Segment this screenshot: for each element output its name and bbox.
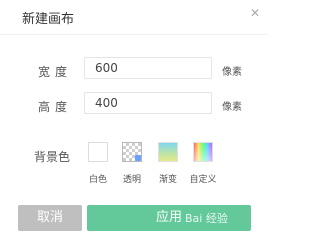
custom-color-swatch[interactable]	[193, 142, 213, 162]
width-input[interactable]: 600	[84, 57, 212, 79]
gradient-swatch[interactable]	[158, 142, 178, 162]
cancel-button[interactable]: 取消	[18, 205, 82, 231]
dialog-title: 新建画布	[22, 12, 75, 27]
header-divider	[0, 34, 268, 35]
apply-label: 应用	[155, 210, 182, 225]
selected-indicator-icon	[135, 155, 141, 161]
height-label: 高度	[38, 100, 73, 114]
transparent-caption: 透明	[122, 175, 141, 185]
white-swatch[interactable]	[88, 142, 108, 162]
height-unit: 像素	[222, 102, 242, 113]
gradient-caption: 渐变	[158, 175, 177, 185]
new-canvas-dialog: 新建画布 ✕ 宽度 600 像素 高度 400 像素 背景色 白色 透明 渐变 …	[0, 0, 268, 244]
close-icon[interactable]: ✕	[248, 6, 262, 20]
width-value: 600	[95, 61, 118, 75]
width-unit: 像素	[222, 67, 242, 78]
background-label: 背景色	[34, 150, 71, 164]
white-caption: 白色	[88, 175, 107, 185]
width-label: 宽度	[38, 65, 73, 79]
custom-caption: 自定义	[189, 175, 217, 185]
height-value: 400	[95, 96, 118, 110]
transparent-swatch[interactable]	[122, 142, 142, 162]
height-input[interactable]: 400	[84, 92, 212, 114]
watermark: Bai 经验	[185, 212, 228, 225]
